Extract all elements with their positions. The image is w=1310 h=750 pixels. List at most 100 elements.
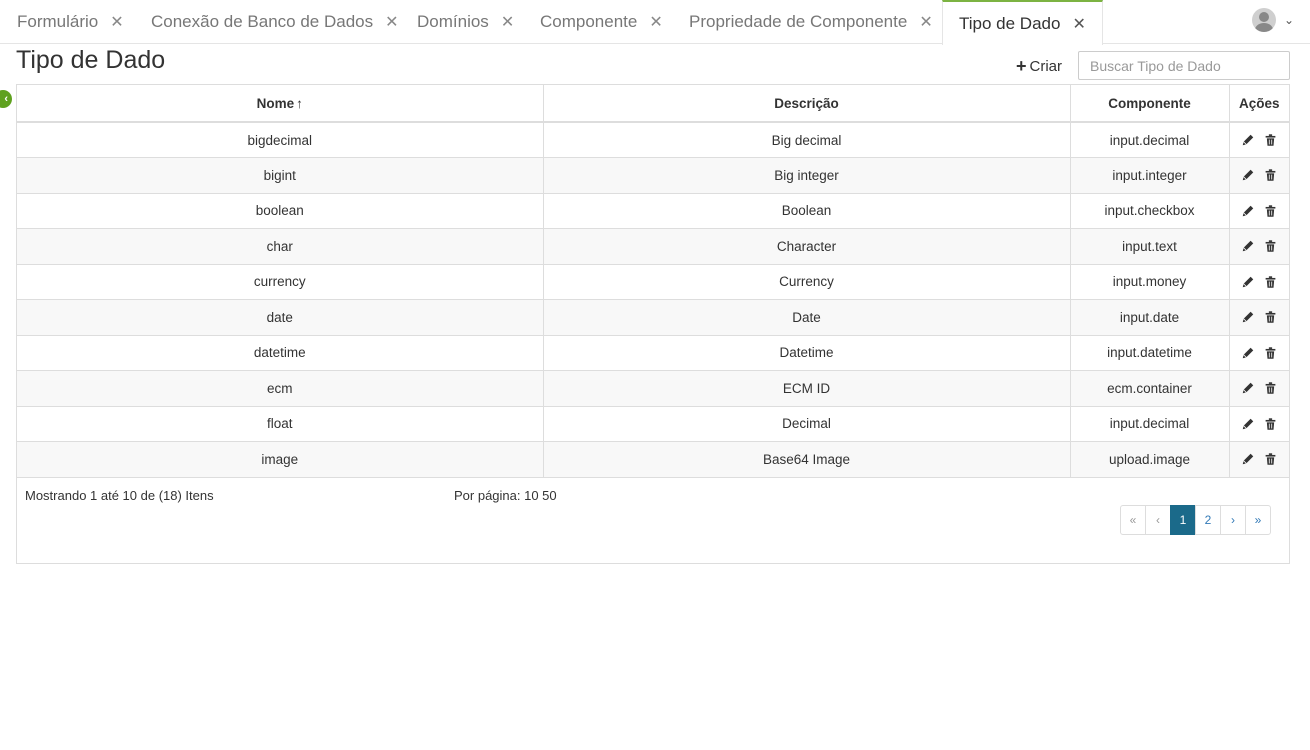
delete-trash-icon[interactable] [1263, 239, 1277, 253]
table-row[interactable]: ecm ECM ID ecm.container [17, 370, 1289, 407]
table-row[interactable]: bigdecimal Big decimal input.decimal [17, 122, 1289, 158]
delete-trash-icon[interactable] [1263, 381, 1277, 395]
next-page-button[interactable]: › [1220, 505, 1246, 535]
data-panel: Nome ↑ Descrição Componente Ações bigdeci… [16, 84, 1290, 564]
tab-componente[interactable]: Componente ✕ [540, 0, 663, 44]
cell-name: bigdecimal [17, 122, 544, 158]
delete-trash-icon[interactable] [1263, 346, 1277, 360]
page-button-2[interactable]: 2 [1195, 505, 1221, 535]
showing-count: Mostrando 1 até 10 de (18) Itens [25, 488, 214, 503]
delete-trash-icon[interactable] [1263, 168, 1277, 182]
cell-component: input.money [1070, 264, 1230, 300]
cell-name: datetime [17, 335, 544, 371]
close-icon[interactable]: ✕ [649, 12, 662, 32]
tab-label: Domínios [417, 12, 489, 31]
cell-actions [1229, 193, 1289, 229]
edit-pencil-icon[interactable] [1241, 346, 1255, 360]
prev-page-button[interactable]: ‹ [1145, 505, 1171, 535]
last-page-button[interactable]: » [1245, 505, 1271, 535]
close-icon[interactable]: ✕ [1072, 14, 1085, 34]
delete-trash-icon[interactable] [1263, 275, 1277, 289]
tab-dominios[interactable]: Domínios ✕ [417, 0, 514, 44]
edit-pencil-icon[interactable] [1241, 204, 1255, 218]
tab-label: Propriedade de Componente [689, 12, 908, 31]
column-header-description[interactable]: Descrição [543, 85, 1071, 123]
cell-description: Big integer [543, 157, 1071, 194]
tab-propriedade-componente[interactable]: Propriedade de Componente ✕ [689, 0, 933, 44]
tab-label: Tipo de Dado [959, 13, 1061, 33]
cell-component: upload.image [1070, 441, 1230, 478]
close-icon[interactable]: ✕ [919, 12, 932, 32]
cell-description: Currency [543, 264, 1071, 300]
tab-bar: Formulário ✕ Conexão de Banco de Dados ✕… [0, 0, 1310, 45]
column-header-actions: Ações [1229, 85, 1289, 123]
cell-name: date [17, 299, 544, 336]
first-page-button[interactable]: « [1120, 505, 1146, 535]
table-body: bigdecimal Big decimal input.decimal bigint… [17, 122, 1289, 478]
edit-pencil-icon[interactable] [1241, 275, 1255, 289]
edit-pencil-icon[interactable] [1241, 168, 1255, 182]
sort-ascending-icon[interactable]: ↑ [296, 96, 303, 111]
delete-trash-icon[interactable] [1263, 204, 1277, 218]
search-input[interactable] [1078, 51, 1290, 80]
delete-trash-icon[interactable] [1263, 452, 1277, 466]
tab-tipo-de-dado[interactable]: Tipo de Dado ✕ [942, 0, 1103, 45]
cell-component: input.text [1070, 228, 1230, 265]
cell-name: boolean [17, 193, 544, 229]
cell-component: input.decimal [1070, 406, 1230, 442]
cell-actions [1229, 264, 1289, 300]
header-label: Nome [256, 95, 295, 111]
delete-trash-icon[interactable] [1263, 417, 1277, 431]
edit-pencil-icon[interactable] [1241, 239, 1255, 253]
edit-pencil-icon[interactable] [1241, 381, 1255, 395]
cell-actions [1229, 370, 1289, 407]
cell-description: Big decimal [543, 122, 1071, 158]
close-icon[interactable]: ✕ [385, 12, 398, 32]
avatar[interactable] [1251, 8, 1276, 32]
tab-formulario[interactable]: Formulário ✕ [17, 0, 124, 44]
cell-name: image [17, 441, 544, 478]
table-row[interactable]: boolean Boolean input.checkbox [17, 193, 1289, 229]
table-row[interactable]: char Character input.text [17, 228, 1289, 265]
pagination: « ‹ 1 2 › » [1120, 505, 1271, 535]
table-row[interactable]: datetime Datetime input.datetime [17, 335, 1289, 371]
cell-description: Decimal [543, 406, 1071, 442]
delete-trash-icon[interactable] [1263, 310, 1277, 324]
edit-pencil-icon[interactable] [1241, 310, 1255, 324]
delete-trash-icon[interactable] [1263, 133, 1277, 147]
cell-component: input.checkbox [1070, 193, 1230, 229]
sidebar-toggle-icon[interactable]: ‹ [0, 90, 12, 108]
table-row[interactable]: float Decimal input.decimal [17, 406, 1289, 442]
tab-conexao-banco-dados[interactable]: Conexão de Banco de Dados ✕ [151, 0, 399, 44]
cell-component: input.datetime [1070, 335, 1230, 371]
edit-pencil-icon[interactable] [1241, 452, 1255, 466]
table-row[interactable]: date Date input.date [17, 299, 1289, 336]
table-row[interactable]: currency Currency input.money [17, 264, 1289, 300]
tab-label: Componente [540, 12, 638, 31]
cell-actions [1229, 441, 1289, 478]
column-header-component[interactable]: Componente [1070, 85, 1230, 123]
create-button[interactable]: + Criar [1016, 56, 1062, 77]
cell-name: float [17, 406, 544, 442]
close-icon[interactable]: ✕ [501, 12, 514, 32]
cell-description: Datetime [543, 335, 1071, 371]
cell-description: Character [543, 228, 1071, 265]
cell-name: currency [17, 264, 544, 300]
cell-description: Date [543, 299, 1071, 336]
edit-pencil-icon[interactable] [1241, 417, 1255, 431]
page-button-1[interactable]: 1 [1170, 505, 1196, 535]
create-label: Criar [1029, 58, 1063, 75]
page-title: Tipo de Dado [16, 46, 166, 74]
cell-actions [1229, 299, 1289, 336]
cell-component: input.integer [1070, 157, 1230, 194]
edit-pencil-icon[interactable] [1241, 133, 1255, 147]
close-icon[interactable]: ✕ [110, 12, 123, 32]
chevron-down-icon[interactable]: ⌄ [1284, 13, 1294, 27]
cell-component: input.decimal [1070, 122, 1230, 158]
plus-icon: + [1016, 56, 1027, 76]
table-row[interactable]: image Base64 Image upload.image [17, 441, 1289, 478]
per-page-selector[interactable]: Por página: 10 50 [454, 488, 557, 503]
user-menu[interactable]: ⌄ [1251, 8, 1294, 32]
column-header-name[interactable]: Nome ↑ [17, 85, 544, 123]
table-row[interactable]: bigint Big integer input.integer [17, 157, 1289, 194]
